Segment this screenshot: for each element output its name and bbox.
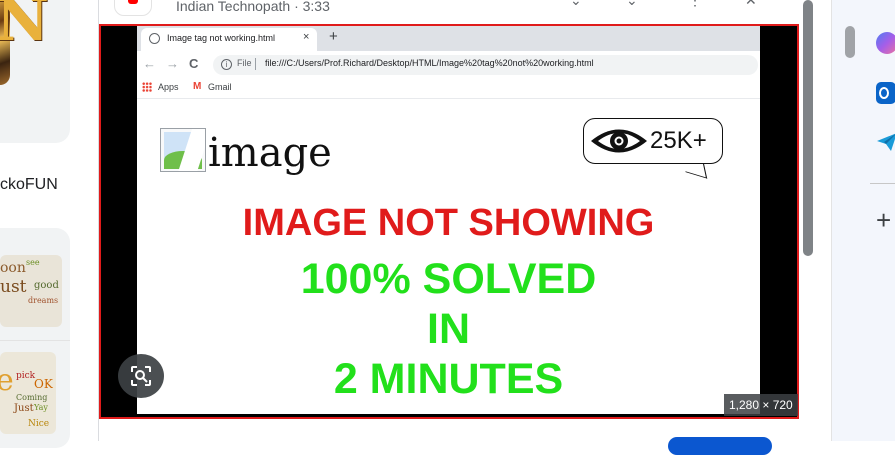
headline-green-line-3: 2 MINUTES [333, 355, 564, 403]
divider [255, 58, 256, 70]
info-icon: i [221, 59, 232, 70]
wordcloud-word: OK [34, 377, 53, 391]
reload-icon: C [189, 56, 199, 71]
tab-close-icon: × [303, 31, 310, 43]
wordcloud-word: dreams [28, 296, 59, 305]
page-scrollbar-thumb[interactable] [845, 26, 855, 58]
eye-icon [591, 129, 647, 153]
thumbnail-top-letters: N [0, 0, 49, 54]
headline-red: IMAGE NOT SHOWING [242, 202, 655, 244]
result-channel-label[interactable]: ckoFUN [0, 176, 58, 194]
add-icon[interactable]: + [876, 207, 891, 233]
wordcloud-word: good [34, 280, 59, 291]
gmail-icon: M [193, 81, 202, 92]
lens-search-icon [131, 366, 151, 386]
wordcloud-thumbnail-bottom[interactable]: e pick OK Coming Just Yay Nice [0, 352, 56, 434]
wordcloud-word: Just [14, 403, 34, 414]
broken-image-icon [160, 128, 206, 172]
panel-scrollbar-thumb[interactable] [803, 0, 813, 256]
file-scheme-label: File [237, 58, 252, 68]
wordcloud-word: Yay [34, 403, 48, 412]
chevron-down-icon[interactable]: ⌄ [626, 0, 638, 9]
result-source[interactable]: Indian Technopath · 3:33 [176, 0, 330, 14]
headline-green-line-2: IN [427, 305, 470, 353]
forward-arrow-icon: → [166, 56, 179, 71]
inner-tab-strip: Image tag not working.html × + [137, 26, 760, 51]
outlook-icon[interactable] [876, 82, 895, 104]
wordcloud-thumbnail-top[interactable]: oon see ust good dreams [0, 255, 62, 327]
divider [0, 340, 70, 341]
inner-tab-title: Image tag not working.html [167, 33, 276, 43]
divider [870, 183, 895, 184]
new-tab-icon: + [329, 28, 338, 45]
inner-nav-bar: ← → C i File file:///C:/Users/Prof.Richa… [137, 51, 760, 78]
broken-image-alt-text: image [208, 130, 332, 176]
bookmark-gmail: Gmail [208, 82, 232, 92]
image-dimensions-badge: 1,280 × 720 [724, 394, 798, 416]
view-count: 25K+ [650, 127, 707, 154]
copilot-icon[interactable] [876, 32, 895, 54]
inner-url: file:///C:/Users/Prof.Richard/Desktop/HT… [265, 58, 594, 68]
wordcloud-word: see [26, 258, 40, 267]
youtube-play-icon [128, 0, 138, 4]
headline-green-line-1: 100% SOLVED [300, 255, 597, 303]
video-thumbnail[interactable]: Image tag not working.html × + ← → C i F… [137, 26, 760, 414]
close-icon[interactable]: ✕ [745, 0, 757, 9]
wordcloud-word: ust [0, 277, 27, 297]
send-icon[interactable] [876, 132, 895, 152]
wordcloud-word: Nice [28, 419, 50, 429]
wordcloud-word: pick [16, 371, 36, 381]
globe-icon [149, 33, 160, 44]
visit-button[interactable] [668, 437, 772, 455]
bookmark-apps: Apps [158, 82, 179, 92]
inner-bookmarks-bar: Apps M Gmail [137, 78, 760, 99]
more-options-icon[interactable]: ⋮ [688, 0, 702, 9]
back-arrow-icon: ← [143, 56, 156, 71]
chevron-down-icon[interactable]: ⌄ [570, 0, 582, 9]
wordcloud-word: e [0, 363, 14, 398]
wordcloud-word: Coming [16, 393, 48, 402]
wordcloud-word: oon [0, 260, 26, 276]
inner-tab: Image tag not working.html × [141, 28, 317, 51]
apps-grid-icon [142, 82, 152, 92]
